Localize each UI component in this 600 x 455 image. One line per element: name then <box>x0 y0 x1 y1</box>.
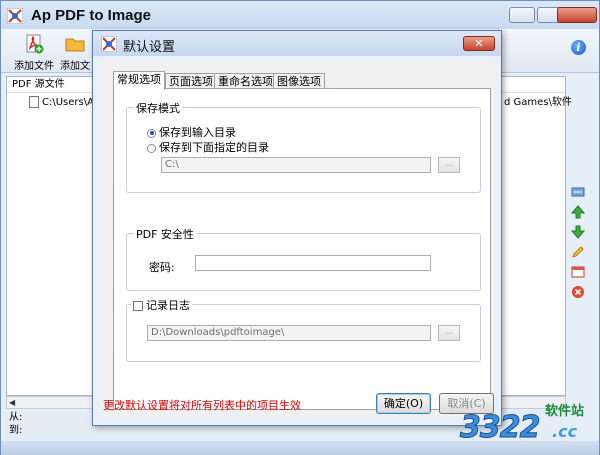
log-checkbox-label[interactable]: 记录日志 <box>146 299 190 312</box>
output-dir-input[interactable]: C:\ <box>161 157 431 173</box>
minimize-button[interactable] <box>509 7 535 23</box>
password-input[interactable] <box>195 255 431 271</box>
radio-selected-icon[interactable] <box>147 128 156 138</box>
output-dir-browse-button[interactable]: ... <box>438 157 460 173</box>
dialog-titlebar[interactable]: 默认设置 ✕ <box>93 31 501 56</box>
log-path-browse-button[interactable]: ... <box>438 325 460 341</box>
document-icon <box>29 96 39 108</box>
radio-save-to-input-dir[interactable]: 保存到输入目录 <box>147 124 236 140</box>
tab-rename[interactable]: 重命名选项 <box>214 73 277 89</box>
main-titlebar: Ap PDF to Image <box>1 1 599 29</box>
password-label: 密码: <box>149 261 175 274</box>
scroll-left-icon[interactable]: ◀ <box>9 398 15 407</box>
radio-specified-dir-label[interactable]: 保存到下面指定的目录 <box>159 141 269 154</box>
remove-icon[interactable] <box>571 285 585 299</box>
save-mode-group: 保存模式 保存到输入目录 保存到下面指定的目录 C:\ ... <box>126 100 481 193</box>
log-checkbox[interactable]: 记录日志 <box>131 297 192 313</box>
log-group: 记录日志 D:\Downloads\pdftoimage\ ... <box>126 297 481 362</box>
tab-page[interactable]: 页面选项 <box>165 73 217 89</box>
log-checkbox-icon[interactable] <box>133 301 143 311</box>
radio-input-dir-label[interactable]: 保存到输入目录 <box>159 126 236 139</box>
save-mode-legend: 保存模式 <box>134 100 182 116</box>
default-settings-dialog: 默认设置 ✕ 常规选项 页面选项 重命名选项 图像选项 保存模式 保存到输入目录… <box>92 30 502 426</box>
cancel-button[interactable]: 取消(C) <box>439 393 494 414</box>
add-file-label: 添加文件 <box>14 61 54 72</box>
window-icon[interactable] <box>571 265 585 279</box>
dialog-client-area: 常规选项 页面选项 重命名选项 图像选项 保存模式 保存到输入目录 保存到下面指… <box>99 61 495 417</box>
dialog-close-button[interactable]: ✕ <box>463 36 495 51</box>
tab-page-general: 保存模式 保存到输入目录 保存到下面指定的目录 C:\ ... PDF 安全性 … <box>113 88 491 410</box>
radio-unselected-icon[interactable] <box>147 143 156 153</box>
app-logo-icon <box>7 8 23 24</box>
side-toolbar <box>571 185 587 305</box>
add-folder-icon <box>65 38 85 52</box>
radio-save-to-specified-dir[interactable]: 保存到下面指定的目录 <box>147 139 269 155</box>
add-folder-label: 添加文 <box>60 61 90 72</box>
pdf-security-group: PDF 安全性 密码: <box>126 226 481 291</box>
pdf-security-legend: PDF 安全性 <box>134 226 196 242</box>
edit-pencil-icon[interactable] <box>571 245 585 259</box>
add-pdf-icon <box>26 34 44 54</box>
settings-note: 更改默认设置将对所有列表中的项目生效 <box>103 399 301 412</box>
tab-image[interactable]: 图像选项 <box>273 73 325 89</box>
tab-general[interactable]: 常规选项 <box>113 71 165 90</box>
refresh-icon[interactable] <box>571 185 585 199</box>
move-up-icon[interactable] <box>571 205 585 219</box>
log-path-input[interactable]: D:\Downloads\pdftoimage\ <box>147 325 431 341</box>
ok-button[interactable]: 确定(O) <box>376 393 431 414</box>
dialog-title: 默认设置 <box>123 40 176 55</box>
app-title: Ap PDF to Image <box>31 7 152 24</box>
bottom-bar <box>1 441 599 455</box>
add-folder-button[interactable]: 添加文 <box>59 33 91 72</box>
main-close-button[interactable] <box>557 7 597 23</box>
move-down-icon[interactable] <box>571 225 585 239</box>
dialog-app-icon <box>101 36 117 52</box>
info-icon[interactable]: i <box>571 40 586 55</box>
add-file-button[interactable]: 添加文件 <box>9 33 59 72</box>
file-path-end: d Games\软件 <box>504 97 572 108</box>
